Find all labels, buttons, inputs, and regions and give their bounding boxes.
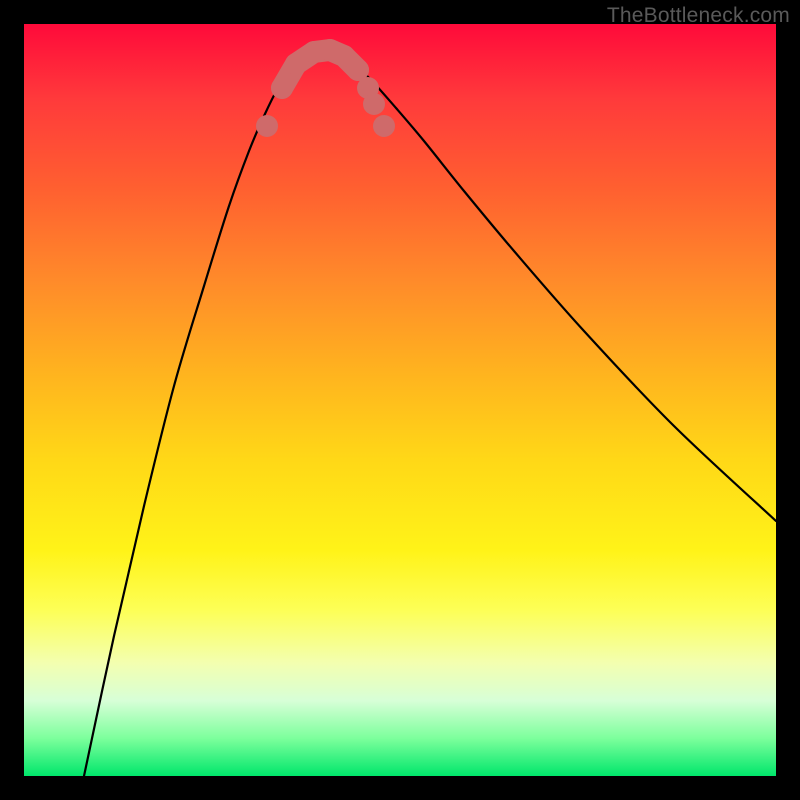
- marker-dot: [256, 115, 278, 137]
- watermark-text: TheBottleneck.com: [607, 4, 790, 28]
- marker-dot: [285, 53, 307, 75]
- highlight-markers: [256, 39, 395, 137]
- chart-area: [24, 24, 776, 776]
- marker-dot: [373, 115, 395, 137]
- marker-dot: [363, 93, 385, 115]
- marker-dot: [271, 77, 293, 99]
- bottleneck-plot: [24, 24, 776, 776]
- bottleneck-curve: [84, 50, 776, 776]
